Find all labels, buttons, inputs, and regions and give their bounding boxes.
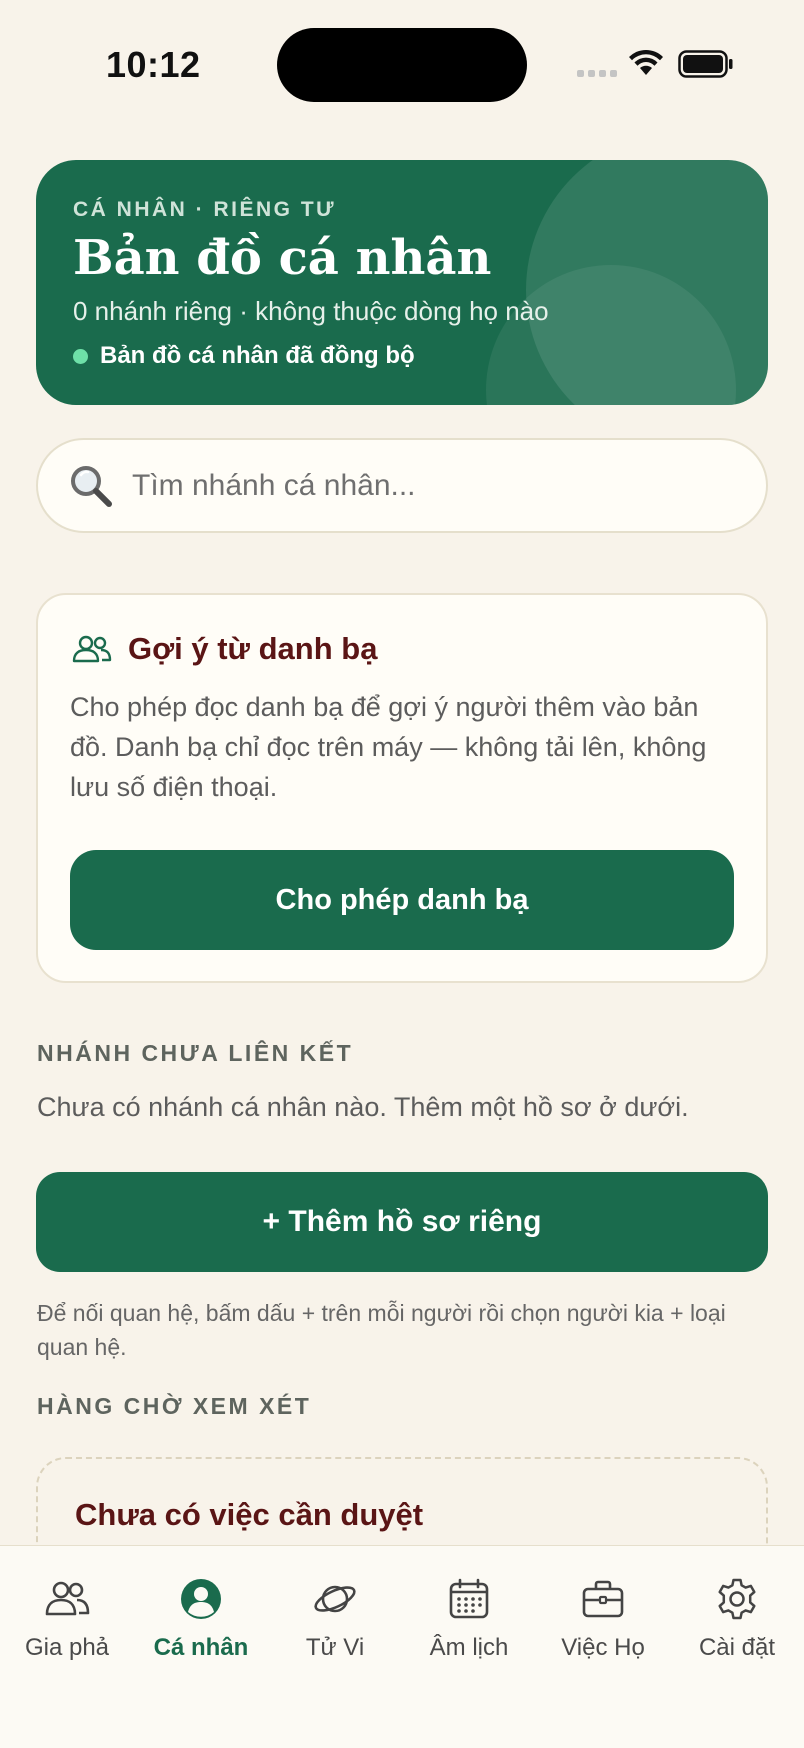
tab-label: Tử Vi	[305, 1634, 365, 1661]
contacts-card-description: Cho phép đọc danh bạ để gợi ý người thêm…	[70, 692, 707, 802]
tab-label: Cài đặt	[698, 1634, 776, 1661]
person-circle-icon	[181, 1579, 221, 1619]
status-time: 10:12	[106, 44, 201, 85]
tab-label: Cá nhân	[153, 1634, 249, 1661]
add-private-profile-button[interactable]: + Thêm hồ sơ riêng	[36, 1172, 768, 1272]
contacts-card-title: Gợi ý từ danh bạ	[128, 631, 378, 666]
gear-icon	[718, 1578, 756, 1620]
battery-icon	[678, 50, 733, 78]
tab-ca-nhan[interactable]: Cá nhân	[134, 1546, 268, 1748]
cellular-signal-icon	[577, 70, 617, 78]
tab-tu-vi[interactable]: Tử Vi	[268, 1546, 402, 1748]
hero-subtitle: 0 nhánh riêng · không thuộc dòng họ nào	[73, 296, 549, 326]
search-input[interactable]	[132, 468, 692, 503]
briefcase-icon	[582, 1580, 624, 1618]
sync-status: Bản đồ cá nhân đã đồng bộ	[73, 342, 415, 370]
status-bar: 10:12	[0, 0, 804, 130]
relationship-hint: Để nối quan hệ, bấm dấu + trên mỗi người…	[37, 1300, 726, 1360]
allow-contacts-button[interactable]: Cho phép danh bạ	[70, 850, 734, 950]
tab-label: Âm lịch	[429, 1634, 509, 1661]
tab-viec-ho[interactable]: Việc Họ	[536, 1546, 670, 1748]
branches-empty-text: Chưa có nhánh cá nhân nào. Thêm một hồ s…	[37, 1092, 689, 1122]
family-icon	[45, 1581, 90, 1616]
calendar-icon	[449, 1578, 489, 1619]
tab-cai-dat[interactable]: Cài đặt	[670, 1546, 804, 1748]
tab-label: Việc Họ	[561, 1634, 645, 1661]
people-icon	[72, 635, 112, 663]
tab-label: Gia phả	[24, 1634, 110, 1661]
review-empty-title: Chưa có việc cần duyệt	[75, 1497, 424, 1532]
review-queue-heading: HÀNG CHỜ XEM XÉT	[37, 1393, 312, 1419]
contacts-suggestion-card: Gợi ý từ danh bạ Cho phép đọc danh bạ để…	[36, 593, 768, 983]
personal-map-hero-card: CÁ NHÂN · RIÊNG TƯ Bản đồ cá nhân 0 nhán…	[36, 160, 768, 405]
unlinked-branches-heading: NHÁNH CHƯA LIÊN KẾT	[37, 1040, 354, 1066]
wifi-icon	[629, 49, 663, 75]
bottom-tab-bar: Gia phả Cá nhân Tử Vi Âm lịch Việc Họ Cà…	[0, 1545, 804, 1748]
contacts-card-header: Gợi ý từ danh bạ	[72, 631, 377, 667]
tab-gia-pha[interactable]: Gia phả	[0, 1546, 134, 1748]
dynamic-island	[277, 28, 527, 102]
hero-eyebrow: CÁ NHÂN · RIÊNG TƯ	[73, 198, 337, 221]
planet-icon	[314, 1585, 356, 1613]
search-bar[interactable]	[36, 438, 768, 533]
sync-status-text: Bản đồ cá nhân đã đồng bộ	[100, 342, 415, 369]
sync-dot-icon	[73, 348, 88, 364]
tab-am-lich[interactable]: Âm lịch	[402, 1546, 536, 1748]
page-title: Bản đồ cá nhân	[73, 230, 492, 286]
search-icon	[71, 465, 112, 507]
